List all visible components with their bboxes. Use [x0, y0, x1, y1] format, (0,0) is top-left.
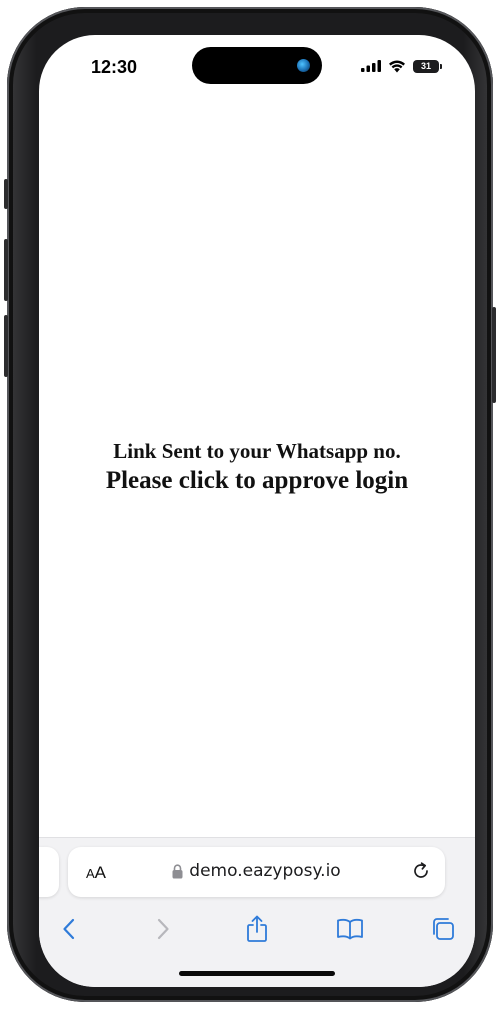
address-bar[interactable]: AA demo.eazyposy.io — [68, 847, 445, 897]
status-bar: 12:30 31 — [39, 35, 475, 97]
link-sent-message: Link Sent to your Whatsapp no. — [113, 439, 401, 463]
power-button — [492, 307, 496, 403]
signal-icon — [361, 60, 381, 72]
bookmarks-button[interactable] — [335, 914, 365, 944]
reload-icon[interactable] — [411, 861, 431, 881]
tabs-button[interactable] — [428, 914, 458, 944]
dynamic-island — [192, 47, 322, 84]
lock-icon — [172, 863, 183, 878]
back-button[interactable] — [54, 914, 84, 944]
url-text: demo.eazyposy.io — [189, 861, 341, 881]
camera-icon — [297, 59, 310, 72]
previous-tab-preview[interactable] — [39, 847, 59, 897]
status-icons: 31 — [361, 57, 442, 75]
forward-button[interactable] — [148, 914, 178, 944]
book-icon — [337, 918, 363, 940]
share-button[interactable] — [242, 914, 272, 944]
page-content: Link Sent to your Whatsapp no. Please cl… — [39, 97, 475, 837]
chevron-left-icon — [63, 918, 75, 940]
safari-bottom-bar: AA demo.eazyposy.io — [39, 837, 475, 987]
chevron-right-icon — [157, 918, 169, 940]
phone-frame: 12:30 31 Link Sent to your Whatsapp no. … — [4, 7, 496, 1002]
volume-down-button — [4, 315, 8, 377]
url-display[interactable]: demo.eazyposy.io — [68, 861, 445, 881]
battery-level: 31 — [420, 61, 431, 71]
tabs-icon — [433, 918, 454, 940]
wifi-icon — [389, 60, 405, 72]
browser-toolbar — [39, 910, 475, 950]
battery-icon: 31 — [413, 59, 442, 73]
volume-up-button — [4, 239, 8, 301]
home-indicator[interactable] — [179, 971, 335, 976]
share-icon — [247, 915, 267, 942]
approve-login-message: Please click to approve login — [105, 467, 409, 494]
action-button — [4, 179, 8, 209]
screen: 12:30 31 Link Sent to your Whatsapp no. … — [39, 35, 475, 987]
status-time: 12:30 — [91, 57, 138, 77]
